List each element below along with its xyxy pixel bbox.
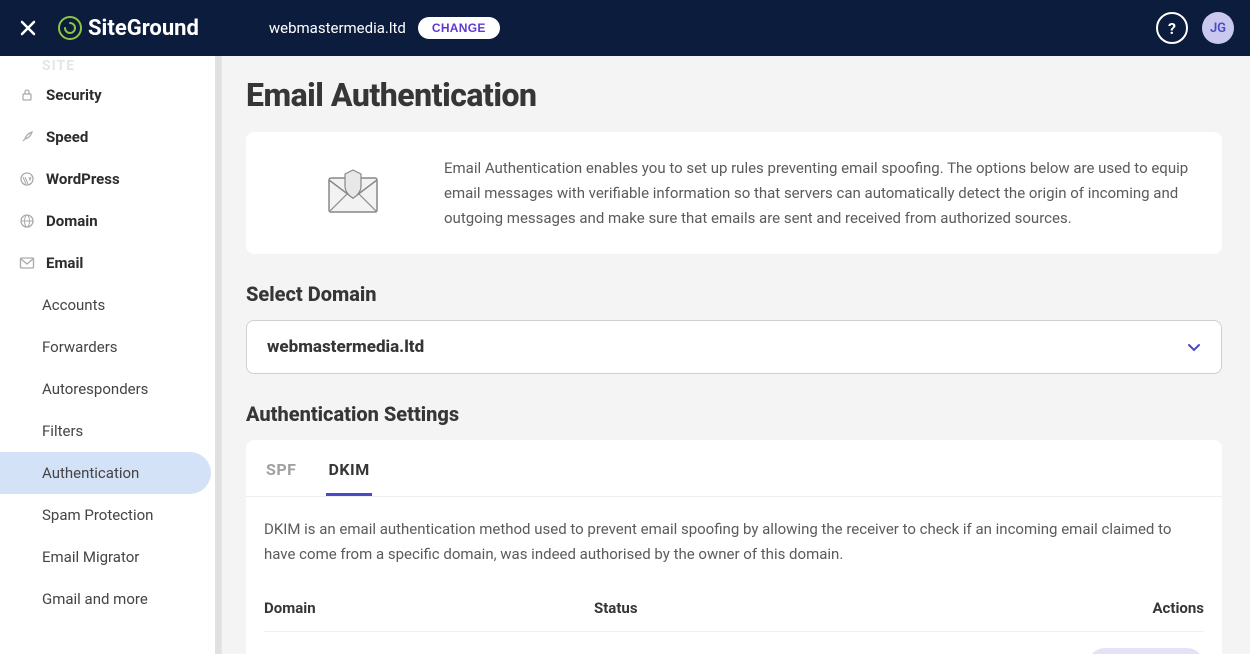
globe-icon [18,212,36,230]
sidebar-item-label: Domain [46,212,98,230]
select-domain-title: Select Domain [246,282,1222,306]
tab-dkim[interactable]: DKIM [326,454,371,496]
header-domain: webmastermedia.ltd [269,19,406,37]
avatar[interactable]: JG [1202,12,1234,44]
auth-card: SPF DKIM DKIM is an email authentication… [246,440,1222,654]
header-domain: Domain [264,599,594,617]
sidebar-item-label: WordPress [46,170,120,188]
chevron-down-icon [1187,338,1201,357]
sidebar-item-cut: SITE [0,56,221,74]
mail-icon [18,254,36,272]
sidebar-item-label: Email [46,254,83,272]
sidebar-sub-autoresponders[interactable]: Autoresponders [0,368,221,410]
selected-domain-value: webmastermedia.ltd [267,337,424,357]
sidebar: SITE Security Speed WordPress Domain Ema… [0,56,222,654]
auth-settings-title: Authentication Settings [246,402,1222,426]
tab-spf[interactable]: SPF [264,454,298,496]
sidebar-sub-authentication[interactable]: Authentication [0,452,211,494]
page-title: Email Authentication [246,76,1222,114]
header-status: Status [594,599,1054,617]
sidebar-sub-spam-protection[interactable]: Spam Protection [0,494,221,536]
sidebar-item-label: Security [46,86,102,104]
wordpress-icon [18,170,36,188]
header-actions: Actions [1054,599,1204,617]
brand-logo[interactable]: SiteGround [58,16,199,41]
deactivate-button[interactable]: DEACTIVATE [1088,648,1204,654]
sidebar-item-speed[interactable]: Speed [0,116,221,158]
rocket-icon [18,128,36,146]
swirl-icon [58,16,82,40]
sidebar-sub-email-migrator[interactable]: Email Migrator [0,536,221,578]
domain-select[interactable]: webmastermedia.ltd [246,320,1222,374]
sidebar-item-security[interactable]: Security [0,74,221,116]
lock-icon [18,86,36,104]
tabs: SPF DKIM [246,440,1222,497]
table-header: Domain Status Actions [264,585,1204,631]
sidebar-item-label: Speed [46,128,88,146]
brand-text: SiteGround [88,16,199,41]
envelope-shield-icon [318,163,388,223]
sidebar-item-domain[interactable]: Domain [0,200,221,242]
change-button[interactable]: CHANGE [418,17,500,39]
dkim-description: DKIM is an email authentication method u… [246,497,1222,577]
topbar: SiteGround webmastermedia.ltd CHANGE ? J… [0,0,1250,56]
sidebar-item-email[interactable]: Email [0,242,221,284]
close-icon[interactable] [16,16,40,40]
intro-text: Email Authentication enables you to set … [444,156,1194,230]
dkim-table: Domain Status Actions webmastermedia.ltd… [246,577,1222,654]
sidebar-sub-gmail-and-more[interactable]: Gmail and more [0,578,221,620]
main-content: Email Authentication Email Authenticatio… [222,56,1250,654]
intro-card: Email Authentication enables you to set … [246,132,1222,254]
table-row: webmastermedia.ltd ACTIVE DEACTIVATE [264,631,1204,654]
sidebar-sub-accounts[interactable]: Accounts [0,284,221,326]
sidebar-item-wordpress[interactable]: WordPress [0,158,221,200]
sidebar-sub-forwarders[interactable]: Forwarders [0,326,221,368]
sidebar-sub-filters[interactable]: Filters [0,410,221,452]
help-icon[interactable]: ? [1156,12,1188,44]
